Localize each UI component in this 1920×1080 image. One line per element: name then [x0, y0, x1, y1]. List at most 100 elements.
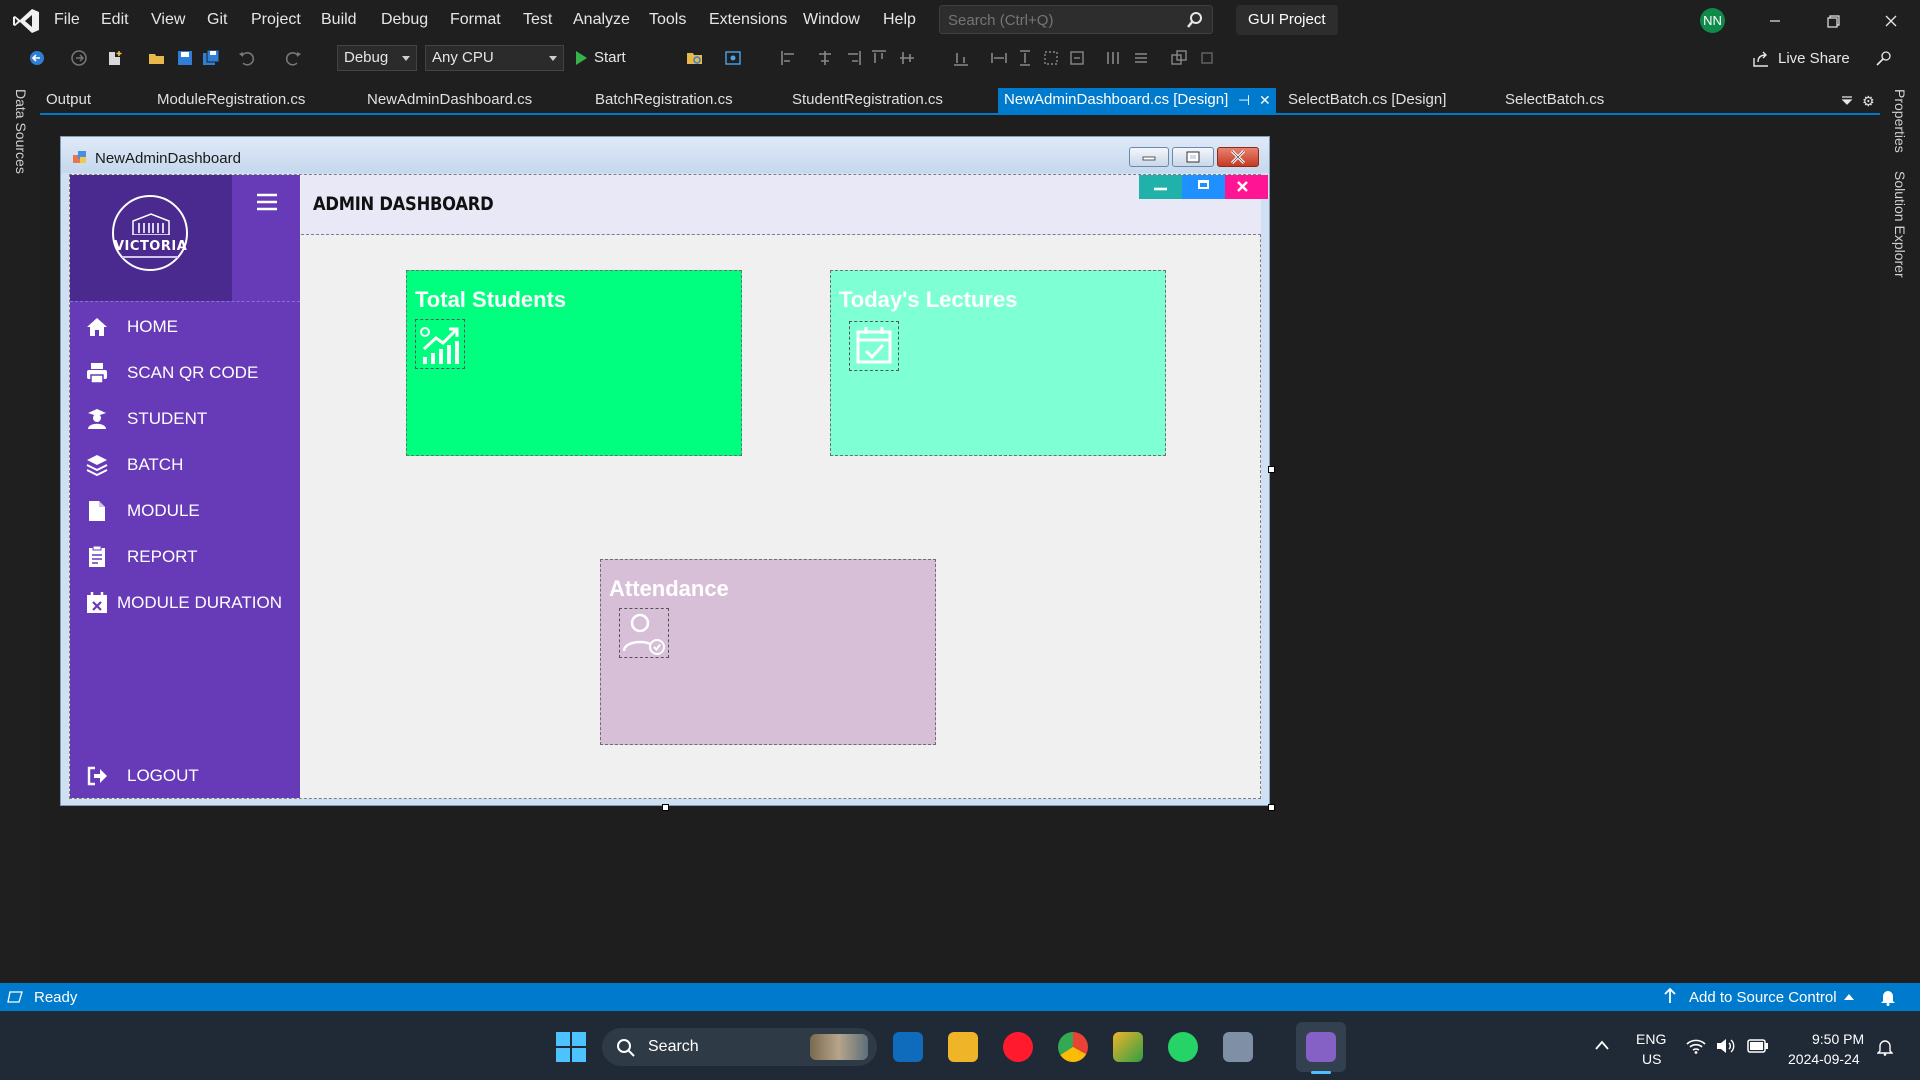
- menu-view[interactable]: View: [151, 11, 185, 29]
- size-to-grid-icon[interactable]: [1042, 49, 1060, 67]
- lock-controls-icon[interactable]: [1068, 49, 1086, 67]
- form-window[interactable]: NewAdminDashboard VICTORIA HOME SCAN QR …: [60, 136, 1270, 806]
- volume-icon[interactable]: [1716, 1038, 1736, 1054]
- language-code[interactable]: ENG: [1636, 1031, 1666, 1047]
- data-sources-tab[interactable]: Data Sources: [13, 89, 29, 174]
- search-icon[interactable]: [1186, 11, 1204, 29]
- tab-output[interactable]: Output: [46, 88, 91, 113]
- resize-handle-bottom-right[interactable]: [1268, 804, 1275, 811]
- minimize-icon[interactable]: [1762, 8, 1788, 34]
- close-icon[interactable]: [1878, 8, 1904, 34]
- menu-extensions[interactable]: Extensions: [709, 11, 787, 29]
- todays-lectures-card[interactable]: Today's Lectures: [830, 270, 1166, 456]
- menu-format[interactable]: Format: [450, 11, 501, 29]
- windows-start-icon[interactable]: [556, 1032, 586, 1062]
- nav-item-scan-qr-code[interactable]: SCAN QR CODE: [70, 355, 300, 389]
- nav-item-report[interactable]: REPORT: [70, 539, 300, 573]
- form-minimize-icon[interactable]: [1129, 147, 1169, 167]
- header-close-icon[interactable]: [1225, 175, 1268, 199]
- menu-tools[interactable]: Tools: [649, 11, 686, 29]
- nav-item-module[interactable]: MODULE: [70, 493, 300, 527]
- menu-edit[interactable]: Edit: [101, 11, 129, 29]
- align-bottoms-icon[interactable]: [952, 49, 970, 67]
- add-to-source-control[interactable]: Add to Source Control: [1689, 989, 1837, 1006]
- notification-bell-icon[interactable]: [1877, 1038, 1893, 1056]
- align-rights-icon[interactable]: [844, 49, 862, 67]
- restore-icon[interactable]: [1820, 8, 1846, 34]
- menu-git[interactable]: Git: [207, 11, 227, 29]
- total-students-card[interactable]: Total Students: [406, 270, 742, 456]
- new-project-icon[interactable]: [106, 49, 124, 67]
- attendance-card[interactable]: Attendance: [600, 559, 936, 745]
- menu-build[interactable]: Build: [321, 11, 357, 29]
- tab-batch-registration[interactable]: BatchRegistration.cs: [595, 88, 733, 113]
- nav-item-batch[interactable]: BATCH: [70, 447, 300, 481]
- menu-analyze[interactable]: Analyze: [573, 11, 630, 29]
- clock-date[interactable]: 2024-09-24: [1788, 1051, 1860, 1067]
- feedback-icon[interactable]: [1875, 49, 1893, 67]
- whatsapp-icon[interactable]: [1168, 1032, 1198, 1062]
- tab-new-admin-dashboard-code[interactable]: NewAdminDashboard.cs: [367, 88, 532, 113]
- resize-handle-bottom[interactable]: [662, 804, 669, 811]
- menu-help[interactable]: Help: [883, 11, 916, 29]
- resize-handle-right[interactable]: [1268, 466, 1275, 473]
- settings-gear-icon[interactable]: ⚙: [1862, 93, 1875, 110]
- align-lefts-icon[interactable]: [780, 49, 798, 67]
- header-maximize-icon[interactable]: [1182, 175, 1225, 199]
- wifi-icon[interactable]: [1686, 1038, 1706, 1054]
- properties-tab[interactable]: Properties: [1892, 89, 1908, 153]
- user-avatar[interactable]: NN: [1700, 8, 1725, 33]
- battery-icon[interactable]: [1747, 1039, 1769, 1053]
- nav-item-student[interactable]: STUDENT: [70, 401, 300, 435]
- menu-debug[interactable]: Debug: [381, 11, 428, 29]
- live-share-button[interactable]: Live Share: [1752, 48, 1850, 70]
- bring-to-front-icon[interactable]: [1170, 49, 1188, 67]
- close-tab-icon[interactable]: ✕: [1259, 88, 1271, 113]
- search-input[interactable]: [948, 10, 1178, 30]
- make-same-size-icon[interactable]: [990, 49, 1008, 67]
- menu-test[interactable]: Test: [523, 11, 552, 29]
- platform-dropdown[interactable]: Any CPU: [425, 45, 564, 71]
- save-all-icon[interactable]: [202, 49, 220, 67]
- tab-select-batch-design[interactable]: SelectBatch.cs [Design]: [1288, 88, 1446, 113]
- tab-order-icon[interactable]: [724, 49, 742, 67]
- undo-icon[interactable]: [238, 49, 256, 67]
- logout-button[interactable]: LOGOUT: [70, 758, 300, 792]
- pin-icon[interactable]: ⊣: [1238, 88, 1250, 113]
- database-app-icon[interactable]: [1223, 1032, 1253, 1062]
- open-folder-icon[interactable]: [148, 49, 166, 67]
- search-box[interactable]: [939, 5, 1213, 34]
- tab-select-batch-code[interactable]: SelectBatch.cs: [1505, 88, 1604, 113]
- solution-explorer-tab[interactable]: Solution Explorer: [1892, 171, 1908, 278]
- header-minimize-icon[interactable]: [1139, 175, 1182, 199]
- back-icon[interactable]: [28, 49, 46, 67]
- align-tops-icon[interactable]: [870, 49, 888, 67]
- folder-search-icon[interactable]: [686, 49, 704, 67]
- opera-icon[interactable]: [1003, 1032, 1033, 1062]
- tab-module-registration[interactable]: ModuleRegistration.cs: [157, 88, 305, 113]
- visual-studio-logo-icon[interactable]: [12, 8, 40, 34]
- file-explorer-icon[interactable]: [948, 1032, 978, 1062]
- caret-up-icon[interactable]: [1844, 994, 1854, 1000]
- horizontal-spacing-icon[interactable]: [1104, 49, 1122, 67]
- visual-studio-taskbar-icon[interactable]: [1306, 1032, 1336, 1062]
- nav-item-module-duration[interactable]: MODULE DURATION: [70, 585, 300, 619]
- notifications-bell-icon[interactable]: [1880, 988, 1896, 1006]
- menu-window[interactable]: Window: [803, 11, 860, 29]
- tab-list-dropdown-icon[interactable]: [1840, 94, 1854, 108]
- form-close-icon[interactable]: [1217, 147, 1259, 167]
- vertical-spacing-icon[interactable]: [1132, 49, 1150, 67]
- form-maximize-icon[interactable]: [1172, 147, 1214, 167]
- redo-icon[interactable]: [284, 49, 302, 67]
- send-to-back-icon[interactable]: [1198, 49, 1216, 67]
- outlook-icon[interactable]: [893, 1032, 923, 1062]
- snipping-tool-icon[interactable]: [1113, 1032, 1143, 1062]
- clock-time[interactable]: 9:50 PM: [1812, 1031, 1864, 1047]
- make-same-height-icon[interactable]: [1016, 49, 1034, 67]
- chevron-up-icon[interactable]: [1594, 1039, 1610, 1051]
- hamburger-menu-icon[interactable]: [256, 191, 278, 213]
- taskbar-search[interactable]: Search: [602, 1028, 877, 1066]
- start-button[interactable]: Start: [574, 46, 626, 70]
- region-code[interactable]: US: [1642, 1051, 1661, 1067]
- save-icon[interactable]: [176, 49, 194, 67]
